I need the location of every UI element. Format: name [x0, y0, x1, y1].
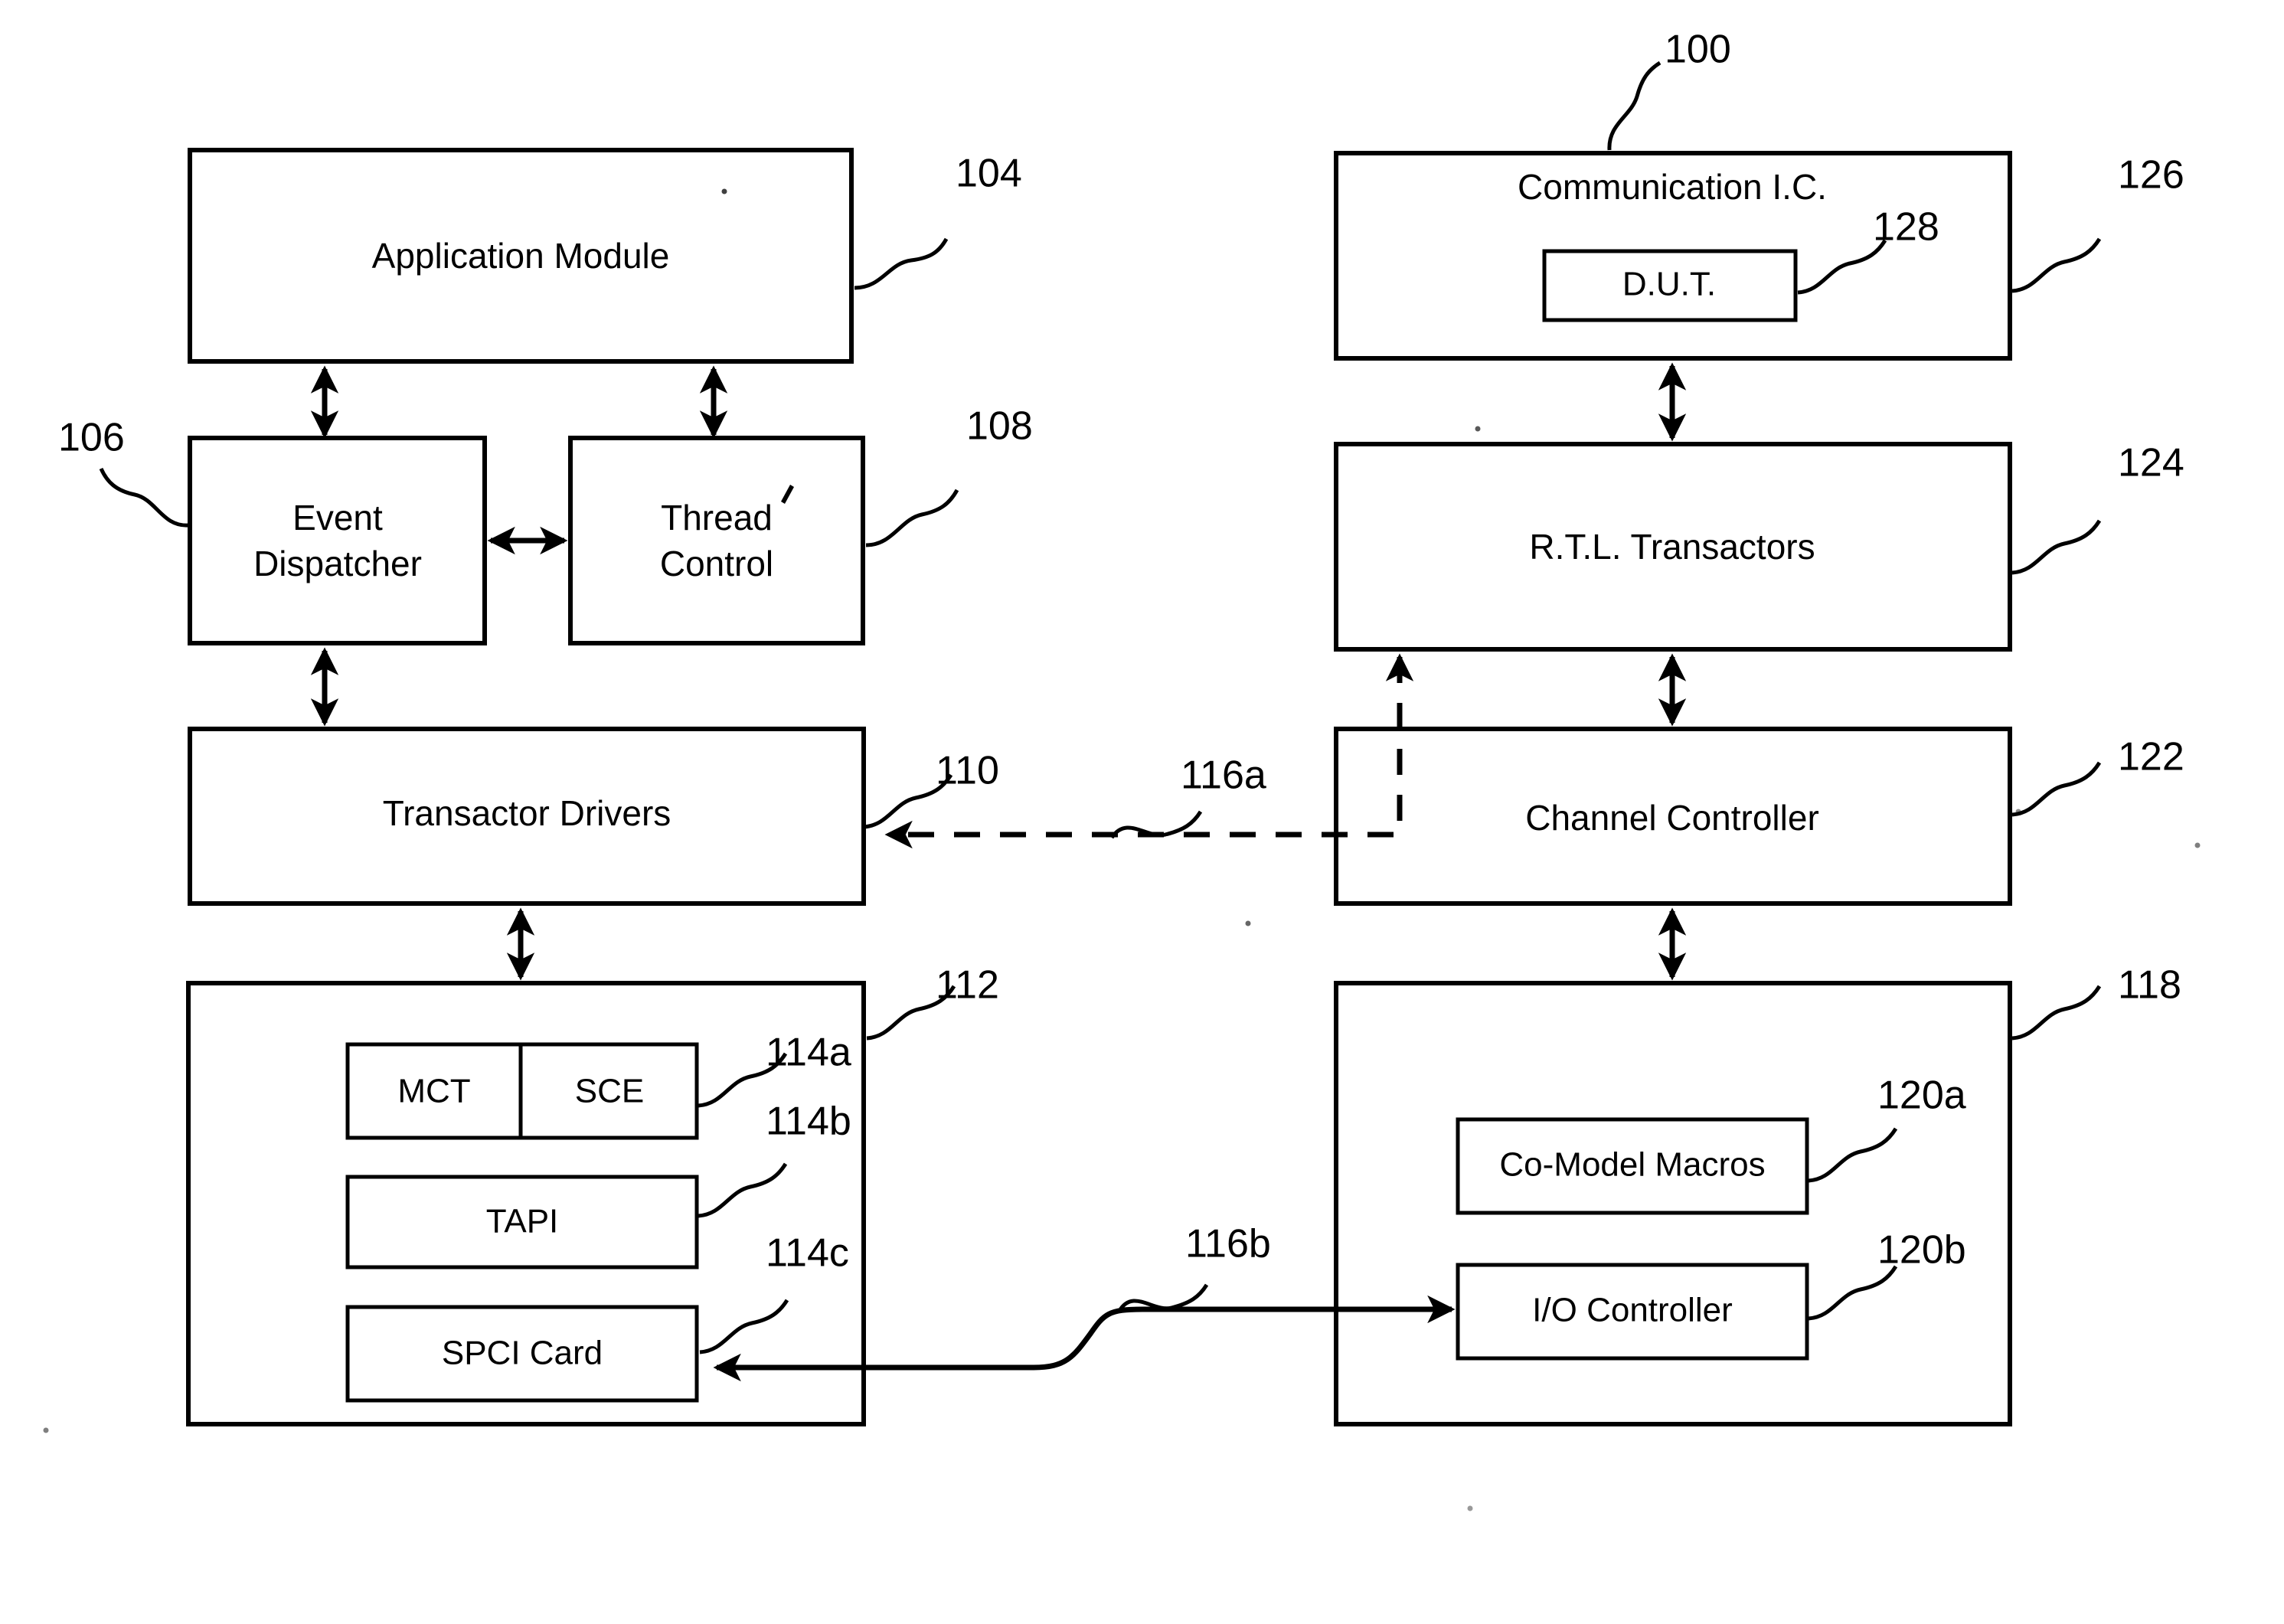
ref-number-120b: 120b: [1877, 1228, 1966, 1273]
event-dispatcher-label-line2: Dispatcher: [253, 544, 422, 583]
ref-leader-118: 118: [2011, 963, 2181, 1041]
ref-number-114b: 114b: [766, 1100, 851, 1144]
ref-number-124: 124: [2118, 441, 2184, 485]
ref-leader-104: 104: [854, 152, 1022, 290]
block-channel-controller: Channel Controller: [1334, 727, 2012, 906]
ref-number-116a: 116a: [1181, 753, 1266, 798]
block-mct-sce: MCT SCE: [345, 1042, 699, 1140]
figure-canvas: Application Module 104 Event Dispatcher …: [43, 28, 2201, 1511]
block-tapi: TAPI: [345, 1175, 699, 1269]
io-controller-label: I/O Controller: [1532, 1292, 1733, 1329]
dut-label: D.U.T.: [1622, 266, 1716, 303]
block-communication-ic: Communication I.C. D.U.T.: [1334, 151, 2012, 361]
co-model-macros-label: Co-Model Macros: [1499, 1146, 1765, 1184]
ref-number-116b: 116b: [1185, 1222, 1271, 1266]
ref-leader-126: 126: [2011, 153, 2184, 293]
spci-card-label: SPCI Card: [442, 1335, 603, 1372]
ref-number-120a: 120a: [1877, 1073, 1966, 1118]
ref-number-114a: 114a: [766, 1031, 851, 1075]
block-thread-control: Thread Control: [568, 436, 865, 645]
ref-number-126: 126: [2118, 153, 2184, 198]
patent-figure: Application Module 104 Event Dispatcher …: [0, 0, 2284, 1624]
thread-control-label-line1: Thread: [661, 498, 773, 538]
connection-116a: [884, 653, 1414, 849]
ref-leader-100: 100: [1607, 28, 1731, 151]
channel-controller-label: Channel Controller: [1525, 798, 1819, 838]
application-module-label: Application Module: [372, 236, 670, 276]
ref-leader-112: 112: [866, 963, 999, 1041]
communication-ic-label: Communication I.C.: [1518, 167, 1827, 207]
ref-number-118: 118: [2118, 963, 2181, 1008]
ref-number-114c: 114c: [766, 1231, 849, 1276]
block-rtl-transactors: R.T.L. Transactors: [1334, 442, 2012, 652]
rtl-transactors-label: R.T.L. Transactors: [1529, 527, 1815, 567]
block-event-dispatcher: Event Dispatcher: [188, 436, 487, 645]
ref-leader-124: 124: [2011, 441, 2184, 575]
ref-number-104: 104: [956, 152, 1022, 196]
block-io-controller: I/O Controller: [1456, 1263, 1809, 1361]
block-spci-card: SPCI Card: [345, 1305, 699, 1403]
ref-leader-106: 106: [58, 416, 189, 528]
ref-number-128: 128: [1873, 205, 1939, 250]
sce-label: SCE: [575, 1073, 644, 1110]
ref-number-106: 106: [58, 416, 125, 460]
ref-leader-108: 108: [865, 404, 1033, 547]
block-application-module: Application Module: [188, 148, 854, 364]
ref-leader-116b: 116b: [1117, 1222, 1271, 1312]
transactor-drivers-label: Transactor Drivers: [383, 793, 671, 833]
ref-number-122: 122: [2118, 735, 2184, 779]
block-co-model-macros: Co-Model Macros: [1456, 1117, 1809, 1215]
ref-leader-122: 122: [2011, 735, 2184, 817]
ref-number-110: 110: [936, 749, 999, 793]
thread-control-label-line2: Control: [660, 544, 773, 583]
event-dispatcher-label-line1: Event: [292, 498, 383, 538]
tapi-label: TAPI: [486, 1203, 559, 1240]
ref-number-100: 100: [1665, 28, 1731, 72]
block-transactor-drivers: Transactor Drivers: [188, 727, 866, 906]
ref-leader-110: 110: [863, 749, 999, 829]
mct-label: MCT: [397, 1073, 470, 1110]
ref-leader-116a: 116a: [1109, 753, 1266, 839]
ref-number-112: 112: [936, 963, 999, 1008]
ref-number-108: 108: [966, 404, 1033, 449]
